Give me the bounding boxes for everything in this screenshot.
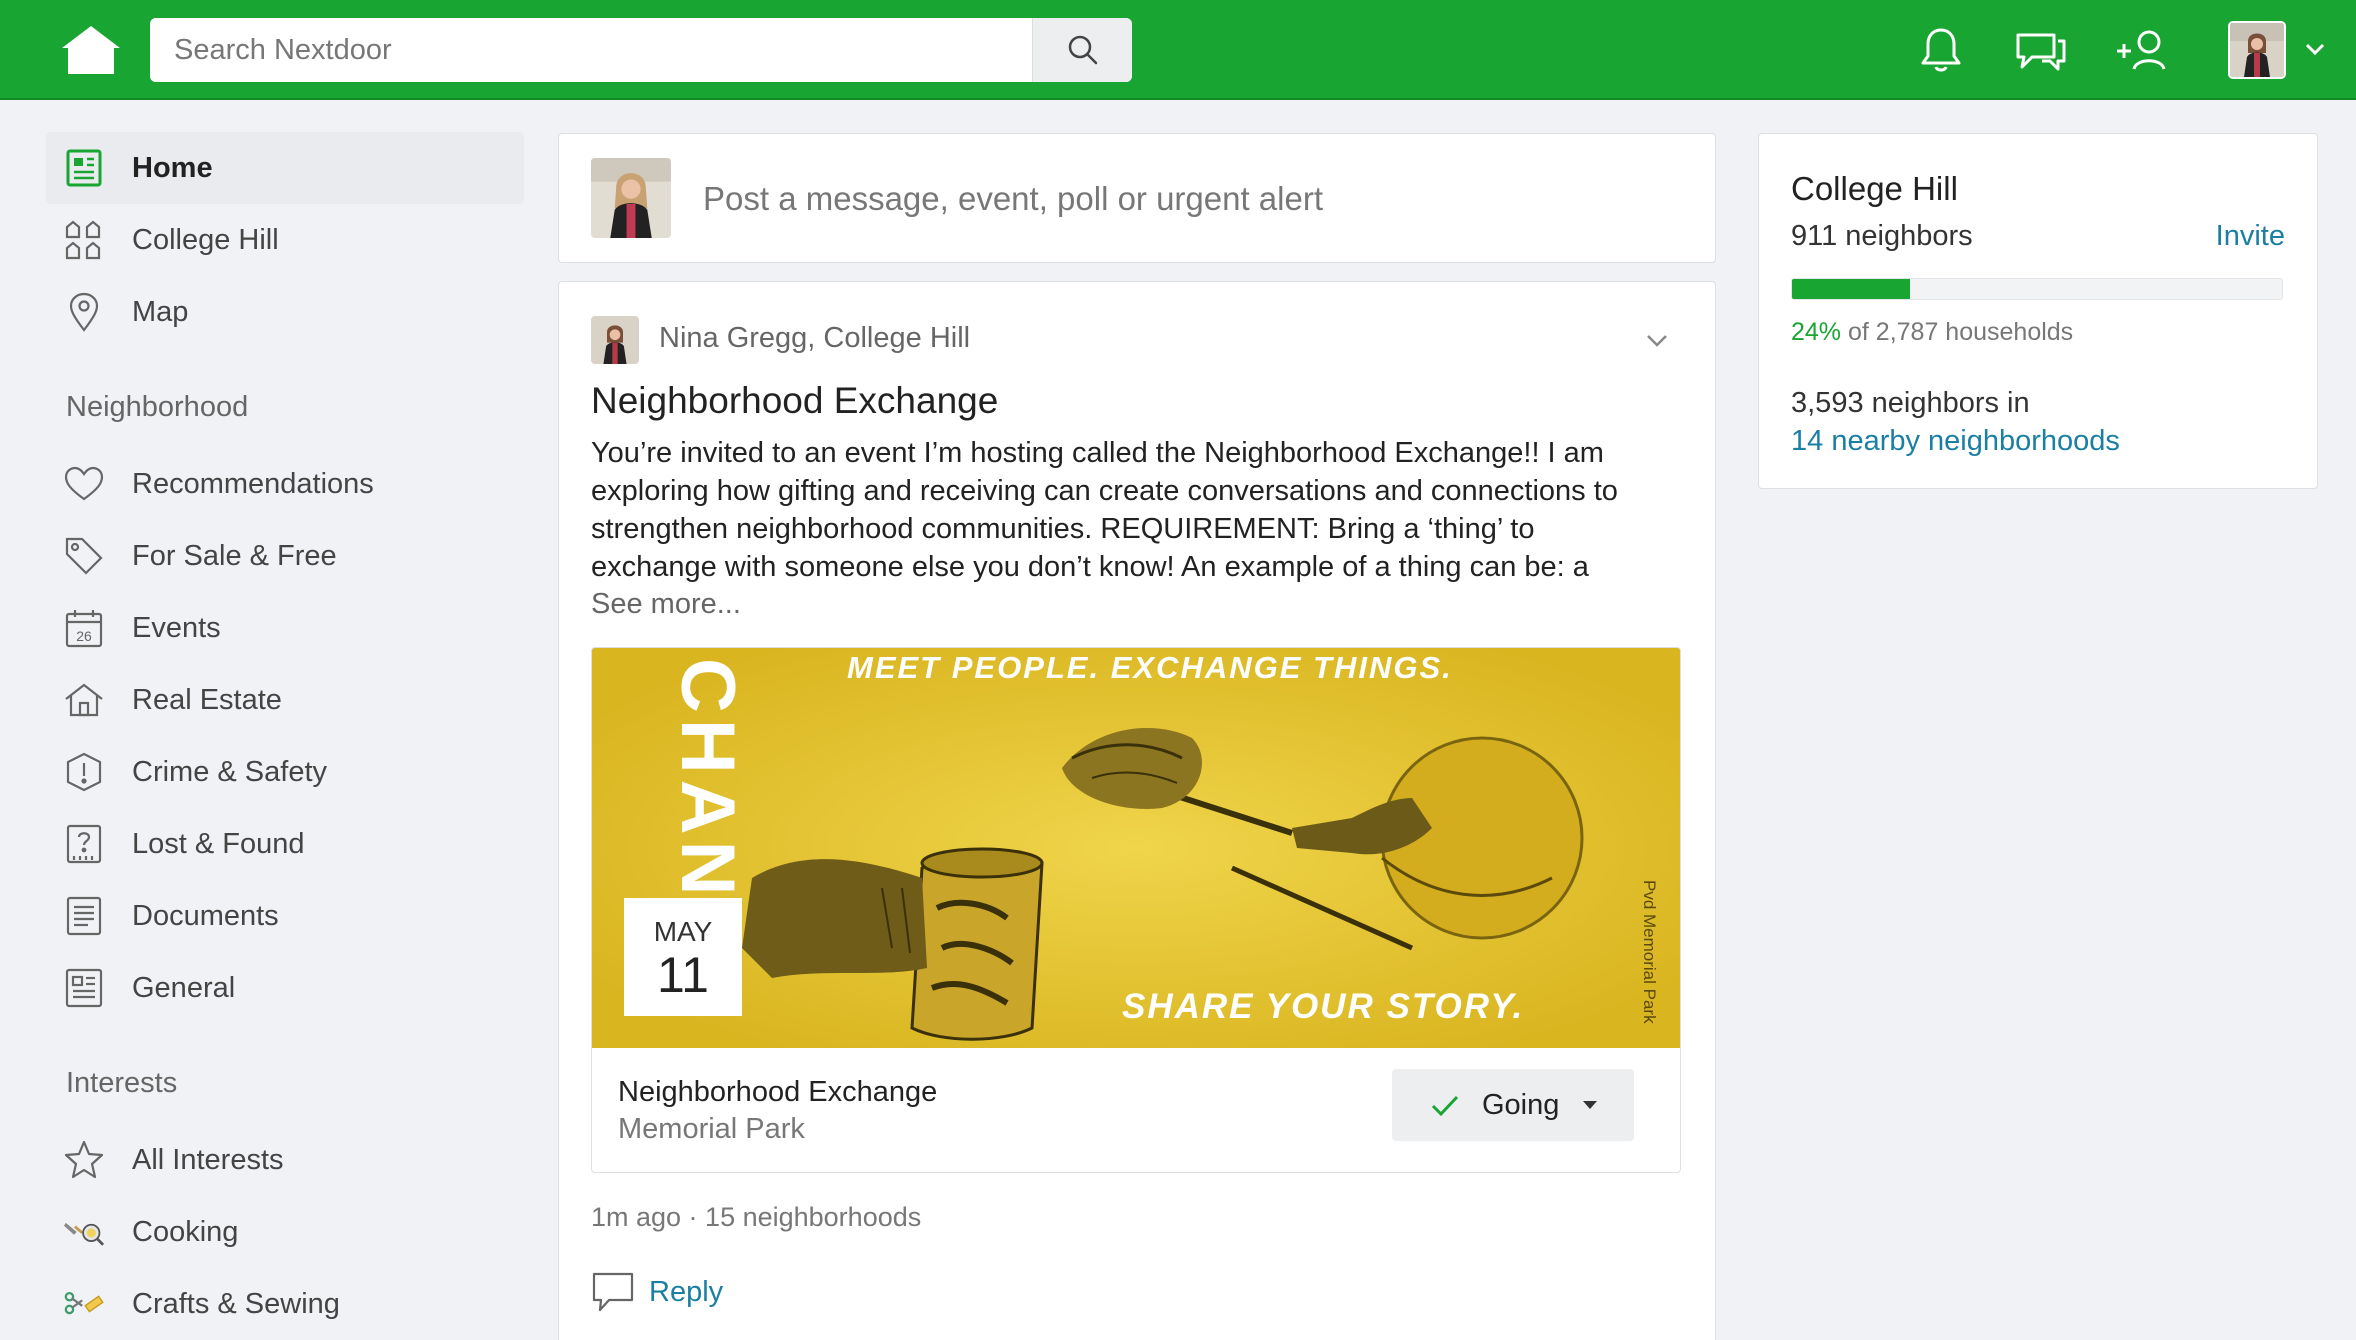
sidebar-item-home[interactable]: Home — [46, 132, 524, 204]
house-icon — [64, 680, 104, 720]
invite-link[interactable]: Invite — [2216, 220, 2285, 253]
event-image-tagline: SHARE YOUR STORY. — [1122, 987, 1524, 1026]
sidebar-item-label: Map — [132, 295, 189, 328]
author-avatar[interactable] — [591, 316, 639, 364]
sidebar-item-cooking[interactable]: Cooking — [46, 1196, 524, 1268]
home-icon[interactable] — [58, 24, 124, 76]
sidebar-item-label: Lost & Found — [132, 827, 305, 860]
sidebar-item-label: Recommendations — [132, 467, 374, 500]
interests-heading: Interests — [66, 1067, 178, 1099]
calendar-icon: 26 — [64, 608, 104, 648]
question-card-icon — [64, 824, 104, 864]
sidebar-item-lost-found[interactable]: Lost & Found — [46, 808, 524, 880]
rsvp-going-button[interactable]: Going — [1392, 1069, 1634, 1141]
caret-down-icon — [1583, 1101, 1598, 1109]
user-avatar — [591, 158, 671, 238]
calendar-icon-text: 26 — [76, 628, 92, 644]
neighborhood-heading: Neighborhood — [66, 391, 249, 423]
sidebar-item-for-sale-free[interactable]: For Sale & Free — [46, 520, 524, 592]
composer-prompt: Post a message, event, poll or urgent al… — [703, 180, 1324, 217]
sidebar-item-documents[interactable]: Documents — [46, 880, 524, 952]
nearby-count-text: 3,593 neighbors in — [1791, 387, 2030, 419]
bell-icon[interactable] — [1913, 24, 1969, 76]
sidebar-item-label: Home — [132, 151, 213, 184]
search-button[interactable] — [1032, 18, 1132, 82]
event-image-location-text: Pvd Memorial Park — [1640, 880, 1659, 1024]
heart-icon — [64, 464, 104, 504]
sidebar-item-label: All Interests — [132, 1143, 284, 1176]
sidebar-item-label: General — [132, 971, 236, 1004]
general-icon — [64, 968, 104, 1008]
sidebar-item-label: Events — [132, 611, 221, 644]
sidebar-item-real-estate[interactable]: Real Estate — [46, 664, 524, 736]
warning-shield-icon — [64, 752, 104, 792]
sidebar-item-label: Real Estate — [132, 683, 282, 716]
reply-label: Reply — [649, 1275, 724, 1308]
sidebar-item-label: Documents — [132, 899, 279, 932]
sidebar-item-label: College Hill — [132, 223, 279, 256]
user-avatar[interactable] — [2228, 21, 2286, 79]
star-icon — [64, 1140, 104, 1180]
event-location: Memorial Park — [618, 1113, 805, 1145]
search-input[interactable] — [150, 18, 1030, 82]
event-image-headline: MEET PEOPLE. EXCHANGE THINGS. — [847, 650, 1453, 685]
households-stat: 24% of 2,787 households — [1791, 318, 2073, 347]
rsvp-label: Going — [1482, 1088, 1560, 1121]
checkmark-icon — [1431, 1095, 1459, 1117]
document-icon — [64, 896, 104, 936]
sidebar-item-all-interests[interactable]: All Interests — [46, 1124, 524, 1196]
newsfeed-icon — [64, 148, 104, 188]
houses-icon — [64, 220, 104, 260]
scissors-icon — [64, 1284, 104, 1324]
event-image: CHANG MEET PEOPLE. EXCHANGE THINGS. SHAR… — [592, 648, 1680, 1048]
post-meta: 1m ago · 15 neighborhoods — [591, 1202, 922, 1232]
neighbor-count: 911 neighbors — [1791, 220, 1973, 252]
sidebar-item-crafts-sewing[interactable]: Crafts & Sewing — [46, 1268, 524, 1340]
reply-button[interactable]: Reply — [591, 1270, 723, 1314]
nearby-neighborhoods-link[interactable]: 14 nearby neighborhoods — [1791, 422, 2120, 460]
sidebar-item-map[interactable]: Map — [46, 276, 524, 348]
tag-icon — [64, 536, 104, 576]
chevron-down-icon[interactable] — [1641, 324, 1673, 356]
event-name[interactable]: Neighborhood Exchange — [618, 1076, 937, 1109]
neighborhood-name[interactable]: College Hill — [1791, 170, 1958, 208]
sidebar-item-label: Cooking — [132, 1215, 239, 1248]
sidebar-item-general[interactable]: General — [46, 952, 524, 1024]
sidebar-item-events[interactable]: 26 Events — [46, 592, 524, 664]
progress-fill — [1792, 279, 1910, 299]
top-bar — [0, 0, 2356, 100]
cooking-icon — [64, 1212, 104, 1252]
households-text: of 2,787 households — [1841, 318, 2074, 346]
sidebar-item-label: For Sale & Free — [132, 539, 337, 572]
event-date-badge: MAY 11 — [624, 898, 742, 1016]
post-title: Neighborhood Exchange — [591, 380, 999, 421]
add-neighbor-icon[interactable] — [2114, 24, 2170, 76]
post-body: You’re invited to an event I’m hosting c… — [591, 437, 1618, 583]
chevron-down-icon[interactable] — [2302, 36, 2328, 62]
sidebar-item-college-hill[interactable]: College Hill — [46, 204, 524, 276]
search-icon — [1068, 35, 1097, 65]
post-composer[interactable]: Post a message, event, poll or urgent al… — [558, 133, 1716, 263]
event-day: 11 — [657, 947, 709, 1003]
sidebar-item-label: Crafts & Sewing — [132, 1287, 340, 1320]
sidebar-item-recommendations[interactable]: Recommendations — [46, 448, 524, 520]
chat-bubbles-icon[interactable] — [2012, 24, 2068, 76]
left-sidebar: Home College Hill Map Neighborhood Recom… — [46, 132, 524, 1340]
search-bar — [150, 18, 1132, 82]
post-card: Nina Gregg, College Hill Neighborhood Ex… — [558, 281, 1716, 1340]
households-percent: 24% — [1791, 318, 1842, 346]
event-month: MAY — [653, 916, 713, 947]
comment-icon — [592, 1272, 634, 1312]
event-card[interactable]: CHANG MEET PEOPLE. EXCHANGE THINGS. SHAR… — [591, 647, 1681, 1173]
post-author[interactable]: Nina Gregg, College Hill — [659, 322, 970, 355]
neighborhood-card: College Hill 911 neighbors Invite 24% of… — [1758, 133, 2318, 489]
nearby-neighborhoods: 3,593 neighbors in 14 nearby neighborhoo… — [1791, 384, 2120, 460]
see-more-link[interactable]: See more... — [591, 588, 741, 621]
map-pin-icon — [64, 292, 104, 332]
households-progress-bar — [1791, 278, 2283, 300]
sidebar-item-crime-safety[interactable]: Crime & Safety — [46, 736, 524, 808]
sidebar-item-label: Crime & Safety — [132, 755, 327, 788]
